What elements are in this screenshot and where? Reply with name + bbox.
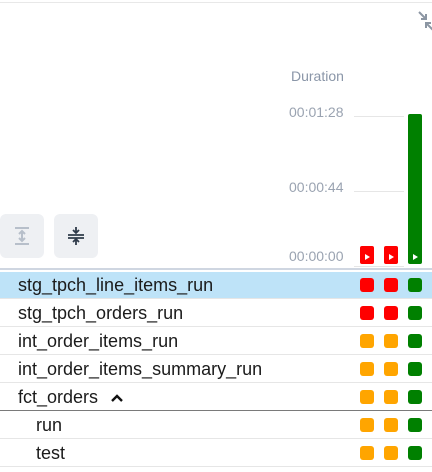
task-label: stg_tpch_line_items_run bbox=[18, 275, 214, 295]
top-divider bbox=[0, 2, 432, 3]
task-row[interactable]: stg_tpch_line_items_run bbox=[0, 272, 432, 299]
chevron-up-icon[interactable] bbox=[110, 393, 124, 403]
task-table-top-border bbox=[0, 268, 432, 270]
task-instance-upstream_failed[interactable] bbox=[360, 390, 374, 404]
grid-line-mid bbox=[354, 191, 404, 192]
task-label: run bbox=[36, 415, 63, 435]
task-group-row[interactable]: fct_orders bbox=[0, 384, 432, 411]
collapse-all-button[interactable] bbox=[54, 214, 98, 258]
task-instance-upstream_failed[interactable] bbox=[384, 446, 398, 460]
run-duration-bar[interactable] bbox=[360, 246, 374, 264]
grid-line-zero bbox=[354, 266, 404, 267]
task-label: test bbox=[36, 443, 66, 463]
task-instance-success[interactable] bbox=[408, 306, 422, 320]
duration-tick-mid: 00:00:44 bbox=[289, 179, 344, 195]
task-row[interactable]: run bbox=[0, 412, 432, 439]
task-row[interactable]: stg_tpch_orders_run bbox=[0, 300, 432, 327]
duration-tick-zero: 00:00:00 bbox=[289, 248, 344, 264]
collapse-vertical-icon bbox=[68, 227, 84, 245]
task-instance-failed[interactable] bbox=[384, 278, 398, 292]
collapse-panel-icon[interactable] bbox=[418, 10, 432, 32]
task-instance-upstream_failed[interactable] bbox=[360, 418, 374, 432]
task-label: fct_orders bbox=[18, 387, 99, 407]
task-label: int_order_items_summary_run bbox=[18, 359, 263, 379]
expand-vertical-icon bbox=[15, 227, 29, 245]
duration-tick-max: 00:01:28 bbox=[289, 104, 344, 120]
play-icon bbox=[365, 254, 370, 260]
task-row[interactable]: int_order_items_run bbox=[0, 328, 432, 355]
task-label: stg_tpch_orders_run bbox=[18, 303, 184, 323]
task-instance-upstream_failed[interactable] bbox=[384, 390, 398, 404]
task-instance-upstream_failed[interactable] bbox=[360, 334, 374, 348]
task-label: int_order_items_run bbox=[18, 331, 179, 351]
task-instance-upstream_failed[interactable] bbox=[384, 334, 398, 348]
play-icon bbox=[389, 254, 394, 260]
task-row[interactable]: int_order_items_summary_run bbox=[0, 356, 432, 383]
task-instance-upstream_failed[interactable] bbox=[360, 362, 374, 376]
task-instance-success[interactable] bbox=[408, 446, 422, 460]
task-instance-upstream_failed[interactable] bbox=[384, 362, 398, 376]
task-instance-success[interactable] bbox=[408, 334, 422, 348]
task-instance-failed[interactable] bbox=[384, 306, 398, 320]
expand-all-button[interactable] bbox=[0, 214, 44, 258]
task-instance-success[interactable] bbox=[408, 362, 422, 376]
grid-line-max bbox=[354, 116, 404, 117]
task-instance-failed[interactable] bbox=[360, 278, 374, 292]
task-instance-upstream_failed[interactable] bbox=[384, 418, 398, 432]
task-instance-success[interactable] bbox=[408, 278, 422, 292]
task-instance-upstream_failed[interactable] bbox=[360, 446, 374, 460]
task-instance-success[interactable] bbox=[408, 418, 422, 432]
duration-label: Duration bbox=[291, 68, 344, 84]
task-row[interactable]: test bbox=[0, 440, 432, 467]
run-duration-bar[interactable] bbox=[384, 246, 398, 264]
task-instance-failed[interactable] bbox=[360, 306, 374, 320]
task-instance-success[interactable] bbox=[408, 390, 422, 404]
play-icon bbox=[413, 254, 418, 260]
run-duration-bar[interactable] bbox=[408, 114, 422, 264]
